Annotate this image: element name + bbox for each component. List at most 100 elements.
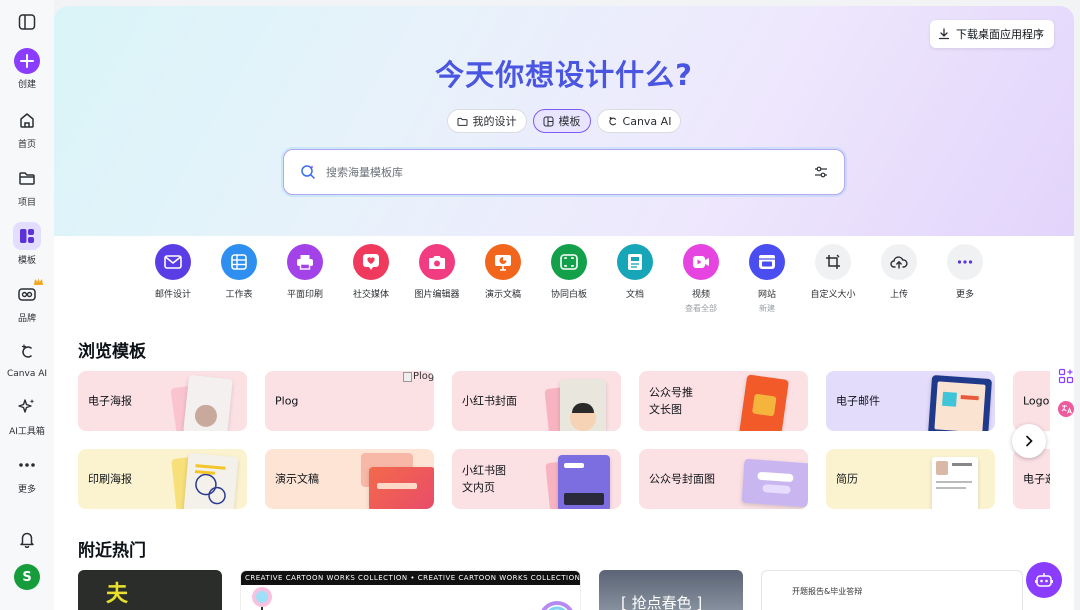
- template-card-resume[interactable]: 简历: [826, 449, 995, 509]
- template-card-label: 电子邀: [1023, 472, 1050, 486]
- translate-icon[interactable]: [1057, 400, 1075, 418]
- sidebar-item-brand[interactable]: 品牌: [0, 278, 54, 324]
- search-input[interactable]: 搜索海量模板库: [326, 164, 814, 180]
- template-thumbnail: [560, 379, 606, 431]
- template-thumbnail: [183, 452, 239, 509]
- section-title-browse: 浏览模板: [78, 342, 146, 362]
- sidebar-item-templates[interactable]: 模板: [0, 222, 54, 266]
- video-icon: [683, 244, 719, 280]
- sidebar-item-more[interactable]: 更多: [0, 451, 54, 495]
- crown-icon: [34, 278, 43, 285]
- template-card-xiaohongshu-inner[interactable]: 小红书图 文内页: [452, 449, 621, 509]
- sidebar-toggle-icon[interactable]: [17, 12, 37, 32]
- document-icon: [617, 244, 653, 280]
- template-card-label: 小红书图 文内页: [462, 464, 506, 494]
- category-worksheet[interactable]: 工作表: [206, 244, 272, 314]
- category-label: 自定义大小: [810, 290, 856, 300]
- nearby-card[interactable]: [ 抢点春色 ]: [599, 570, 743, 610]
- category-custom-size[interactable]: 自定义大小: [800, 244, 866, 314]
- template-card-print-poster[interactable]: 印刷海报: [78, 449, 247, 509]
- category-upload[interactable]: 上传: [866, 244, 932, 314]
- template-card-wechat-long[interactable]: 公众号推 文长图: [639, 371, 808, 431]
- sidebar-item-home[interactable]: 首页: [0, 106, 54, 150]
- template-thumbnail: [741, 458, 808, 508]
- template-thumbnail: [927, 374, 993, 431]
- tab-canva-ai[interactable]: Canva AI: [596, 109, 682, 133]
- template-card-plog[interactable]: Plog Plog: [265, 371, 434, 431]
- template-grid: 电子海报 Plog Plog 小红书封面 公众号推 文长图 电子邮件 Logo …: [78, 371, 1050, 511]
- category-email-design[interactable]: 邮件设计: [140, 244, 206, 314]
- design-tabs: 我的设计 模板 Canva AI: [54, 109, 1074, 133]
- category-whiteboard[interactable]: 协同白板: [536, 244, 602, 314]
- template-card-e-poster[interactable]: 电子海报: [78, 371, 247, 431]
- sidebar-item-label: AI工具箱: [9, 427, 45, 437]
- chevron-right-icon: [1026, 435, 1033, 447]
- category-video[interactable]: 视频 查看全部: [668, 244, 734, 314]
- floating-side-tools: [1052, 400, 1080, 418]
- assistant-bot-button[interactable]: [1026, 562, 1062, 598]
- nearby-card[interactable]: 夫: [78, 570, 222, 610]
- template-row: 电子海报 Plog Plog 小红书封面 公众号推 文长图 电子邮件 Logo: [78, 371, 1050, 431]
- sidebar: 创建 首页 项目 模板 品牌 Canva AI AI工具箱 更多 S: [0, 0, 54, 610]
- sidebar-item-label: Canva AI: [6, 369, 48, 379]
- folder-icon: [13, 164, 41, 192]
- template-card-label: 电子海报: [88, 394, 132, 408]
- robot-icon: [1035, 573, 1053, 587]
- category-sublabel[interactable]: 查看全部: [685, 303, 717, 314]
- download-desktop-app-button[interactable]: 下载桌面应用程序: [930, 20, 1054, 48]
- category-print[interactable]: 平面印刷: [272, 244, 338, 314]
- nearby-card-text: CREATIVE CARTOON WORKS COLLECTION • CREA…: [241, 571, 580, 585]
- category-label: 协同白板: [550, 290, 587, 300]
- sidebar-item-canva-ai[interactable]: Canva AI: [0, 338, 54, 379]
- category-photo-editor[interactable]: 图片编辑器: [404, 244, 470, 314]
- tab-my-designs[interactable]: 我的设计: [446, 109, 527, 133]
- template-card-label: 公众号封面图: [649, 472, 715, 486]
- filter-icon[interactable]: [814, 165, 828, 179]
- tab-templates[interactable]: 模板: [532, 109, 591, 133]
- avatar[interactable]: S: [14, 564, 40, 590]
- template-card-label: Logo: [1023, 394, 1050, 408]
- template-card-e-invite[interactable]: 电子邀: [1013, 449, 1050, 509]
- template-card-xiaohongshu-cover[interactable]: 小红书封面: [452, 371, 621, 431]
- category-social-media[interactable]: 社交媒体: [338, 244, 404, 314]
- category-website[interactable]: 网站 新建: [734, 244, 800, 314]
- template-card-label: 电子邮件: [836, 394, 880, 408]
- website-icon: [749, 244, 785, 280]
- template-card-label: 演示文稿: [275, 472, 319, 486]
- category-more[interactable]: 更多: [932, 244, 998, 314]
- category-label: 平面印刷: [286, 290, 323, 300]
- rainbow-icon: [541, 601, 573, 610]
- home-icon: [13, 106, 41, 134]
- category-presentation[interactable]: 演示文稿: [470, 244, 536, 314]
- whiteboard-icon: [551, 244, 587, 280]
- template-icon: [543, 116, 554, 126]
- category-sublabel[interactable]: 新建: [759, 303, 775, 314]
- category-docs[interactable]: 文档: [602, 244, 668, 314]
- canva-ai-icon: [608, 116, 616, 125]
- template-card-wechat-cover[interactable]: 公众号封面图: [639, 449, 808, 509]
- apps-grid-icon[interactable]: [1058, 368, 1074, 384]
- template-card-label: 小红书封面: [462, 394, 517, 408]
- nearby-card[interactable]: CREATIVE CARTOON WORKS COLLECTION • CREA…: [240, 570, 581, 610]
- broken-image-alt: Plog: [413, 371, 434, 382]
- nearby-card-text: [ 抢点春色 ]: [621, 594, 703, 610]
- template-card-logo[interactable]: Logo: [1013, 371, 1050, 431]
- sidebar-item-ai-tools[interactable]: AI工具箱: [0, 393, 54, 437]
- category-label: 工作表: [225, 290, 253, 300]
- search-bar[interactable]: 搜索海量模板库: [283, 149, 845, 195]
- sidebar-item-projects[interactable]: 项目: [0, 164, 54, 208]
- section-title-nearby: 附近热门: [78, 541, 146, 561]
- category-label: 更多: [955, 290, 974, 300]
- sidebar-item-create[interactable]: 创建: [0, 48, 54, 90]
- bell-icon[interactable]: [18, 530, 36, 548]
- lollipop-icon: [252, 587, 272, 610]
- sparkles-icon: [13, 393, 41, 421]
- carousel-next-button[interactable]: [1012, 424, 1046, 458]
- template-card-presentation[interactable]: 演示文稿: [265, 449, 434, 509]
- template-card-email[interactable]: 电子邮件: [826, 371, 995, 431]
- category-label: 图片编辑器: [414, 290, 460, 300]
- template-card-label: Plog: [275, 394, 299, 408]
- nearby-card[interactable]: 开题报告&毕业答辩: [761, 570, 1023, 610]
- page-title: 今天你想设计什么?: [435, 58, 693, 92]
- search-icon: [301, 165, 315, 179]
